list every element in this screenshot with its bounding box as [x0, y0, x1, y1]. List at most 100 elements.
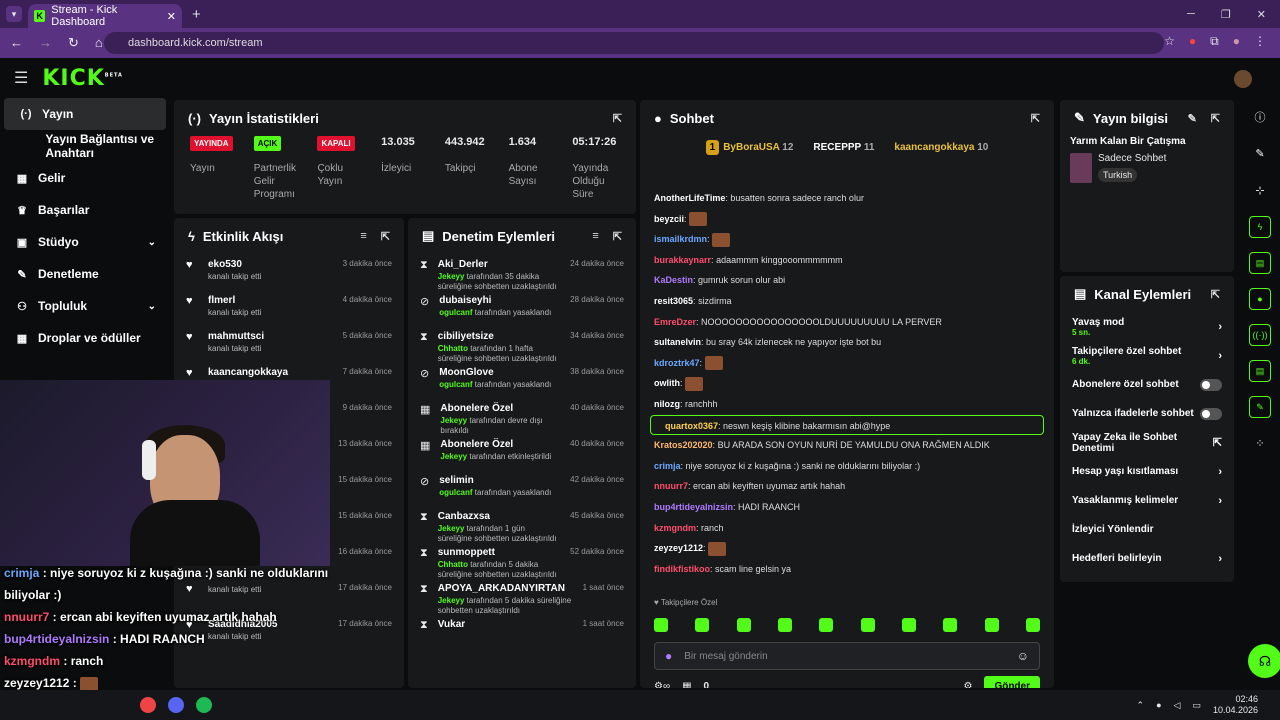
- moderation-target[interactable]: MoonGlove: [439, 367, 551, 378]
- chat-username[interactable]: resit3065: [654, 296, 693, 306]
- user-avatar[interactable]: [1234, 70, 1252, 88]
- popout-icon[interactable]: ⇱: [1211, 288, 1220, 301]
- chevron-right-icon[interactable]: ›: [1218, 321, 1222, 333]
- moderation-target[interactable]: Aki_Derler: [438, 259, 560, 270]
- emote-icon[interactable]: [901, 618, 916, 632]
- external-link-icon[interactable]: ⇱: [1213, 436, 1222, 449]
- chat-icon[interactable]: ●: [1249, 288, 1271, 310]
- clipboard-icon[interactable]: ▤: [1249, 252, 1271, 274]
- wrench-icon[interactable]: ✎: [1249, 396, 1271, 418]
- chat-username[interactable]: kdroztrk47: [654, 358, 700, 368]
- chevron-right-icon[interactable]: ›: [1218, 350, 1222, 362]
- new-tab-button[interactable]: +: [192, 6, 201, 23]
- emote-icon[interactable]: [654, 618, 668, 632]
- channel-action-item[interactable]: Hesap yaşı kısıtlaması ›: [1060, 457, 1234, 486]
- broadcast-icon[interactable]: ((·)): [1249, 324, 1271, 346]
- sidebar-item-0[interactable]: (·) Yayın: [4, 98, 166, 130]
- channel-actions-icon[interactable]: ▤: [1249, 360, 1271, 382]
- popout-icon[interactable]: ⇱: [381, 230, 390, 243]
- moderator-name[interactable]: Jekeyy: [438, 596, 465, 605]
- toggle-switch[interactable]: [1200, 407, 1222, 420]
- chat-username[interactable]: crimja: [654, 461, 681, 471]
- moderator-name[interactable]: Chhatto: [438, 560, 468, 569]
- lightning-icon[interactable]: ϟ: [1249, 216, 1271, 238]
- chat-username[interactable]: burakkaynarr: [654, 255, 711, 265]
- chevron-down-icon[interactable]: ⌄: [148, 301, 156, 312]
- channel-action-item[interactable]: Yavaş mod 5 sn. ›: [1060, 312, 1234, 341]
- profile-icon[interactable]: ●: [1233, 34, 1240, 49]
- emote-icon[interactable]: [695, 618, 710, 632]
- moderation-target[interactable]: sunmoppett: [438, 547, 560, 558]
- moderation-target[interactable]: cibiliyetsize: [438, 331, 560, 342]
- chat-username[interactable]: sultanelvin: [654, 337, 701, 347]
- channel-action-item[interactable]: Abonelere özel sohbet: [1060, 370, 1234, 399]
- channel-action-item[interactable]: Yapay Zeka ile Sohbet Denetimi ⇱: [1060, 428, 1234, 457]
- chat-username[interactable]: quartox0367: [665, 421, 718, 431]
- chat-username[interactable]: ismailkrdmn: [654, 234, 707, 244]
- chevron-down-icon[interactable]: ⌄: [148, 237, 156, 248]
- moderation-target[interactable]: Canbazxsa: [438, 511, 560, 522]
- popout-icon[interactable]: ⇱: [1211, 112, 1220, 125]
- chat-username[interactable]: nnuurr7: [654, 481, 688, 491]
- activity-user[interactable]: kaancangokkaya: [208, 367, 288, 378]
- chat-username[interactable]: owlith: [654, 378, 680, 388]
- channel-action-item[interactable]: Yalnızca ifadelerle sohbet: [1060, 399, 1234, 428]
- moderation-target[interactable]: selimin: [439, 475, 551, 486]
- channel-action-item[interactable]: Takipçilere özel sohbet 6 dk. ›: [1060, 341, 1234, 370]
- chat-username[interactable]: kzmgndm: [654, 523, 696, 533]
- battery-icon[interactable]: ▭: [1192, 700, 1201, 711]
- emote-icon[interactable]: [736, 618, 751, 632]
- moderation-target[interactable]: APOYA_ARKADANYIRTAN: [438, 583, 573, 594]
- settings-icon[interactable]: ⚙∞: [654, 681, 670, 688]
- gift-icon[interactable]: ▦: [682, 681, 691, 688]
- chat-input[interactable]: Bir mesaj gönderin: [684, 651, 767, 662]
- chevron-right-icon[interactable]: ›: [1218, 466, 1222, 478]
- sidebar-item-7[interactable]: ▦ Droplar ve ödüller: [0, 322, 170, 354]
- menu-dots-icon[interactable]: ⋮: [1254, 34, 1266, 49]
- discord-taskbar-icon[interactable]: [168, 697, 184, 713]
- maximize-icon[interactable]: ❐: [1221, 8, 1231, 21]
- crosshair-icon[interactable]: ⊹: [1240, 172, 1280, 209]
- leader-name[interactable]: ByBoraUSA: [723, 142, 779, 153]
- moderation-target[interactable]: Abonelere Özel: [440, 439, 551, 450]
- channel-action-item[interactable]: Hedefleri belirleyin ›: [1060, 544, 1234, 573]
- chat-username[interactable]: nilozg: [654, 399, 680, 409]
- forward-icon[interactable]: →: [39, 35, 52, 51]
- activity-user[interactable]: flmerl: [208, 295, 261, 306]
- moderator-name[interactable]: Jekeyy: [438, 272, 465, 281]
- moderator-name[interactable]: Jekeyy: [440, 416, 467, 425]
- gear-icon[interactable]: ⚙: [963, 681, 972, 688]
- chat-username[interactable]: beyzcii: [654, 214, 684, 224]
- activity-user[interactable]: eko530: [208, 259, 261, 270]
- moderation-target[interactable]: dubaiseyhi: [439, 295, 551, 306]
- sidebar-item-4[interactable]: ▣ Stüdyo ⌄: [0, 226, 170, 258]
- back-icon[interactable]: ←: [10, 35, 23, 51]
- emote-icon[interactable]: [984, 618, 999, 632]
- emoji-icon[interactable]: ☺: [1017, 649, 1029, 663]
- mic-icon[interactable]: ●: [665, 649, 672, 663]
- channel-action-item[interactable]: İzleyici Yönlendir: [1060, 515, 1234, 544]
- moderator-name[interactable]: Jekeyy: [440, 452, 467, 461]
- reload-icon[interactable]: ↻: [68, 35, 79, 51]
- chevron-right-icon[interactable]: ›: [1218, 553, 1222, 565]
- popout-icon[interactable]: ⇱: [613, 230, 622, 243]
- tray-chevron-icon[interactable]: ⌃: [1137, 700, 1145, 711]
- popout-icon[interactable]: ⇱: [613, 112, 622, 125]
- chat-username[interactable]: bup4rtideyalnizsin: [654, 502, 733, 512]
- chevron-right-icon[interactable]: ›: [1218, 495, 1222, 507]
- emote-icon[interactable]: [1025, 618, 1040, 632]
- edit-icon[interactable]: ✎: [1188, 112, 1197, 125]
- chat-username[interactable]: findikfistikoo: [654, 564, 710, 574]
- kick-logo[interactable]: KICKBETA: [42, 66, 123, 91]
- sidebar-item-5[interactable]: ✎ Denetleme: [0, 258, 170, 290]
- emote-icon[interactable]: [819, 618, 834, 632]
- hamburger-icon[interactable]: ☰: [14, 68, 28, 88]
- moderator-name[interactable]: ogulcanf: [439, 488, 472, 497]
- leader-name[interactable]: RECEPPP: [813, 142, 861, 153]
- tab-search-button[interactable]: ▾: [6, 6, 22, 22]
- edit-icon[interactable]: ✎: [1240, 135, 1280, 172]
- sidebar-item-1[interactable]: Yayın Bağlantısı ve Anahtarı: [0, 130, 170, 162]
- close-tab-icon[interactable]: ✕: [167, 10, 176, 23]
- moderator-name[interactable]: ogulcanf: [439, 308, 472, 317]
- moderator-name[interactable]: Chhatto: [438, 344, 468, 353]
